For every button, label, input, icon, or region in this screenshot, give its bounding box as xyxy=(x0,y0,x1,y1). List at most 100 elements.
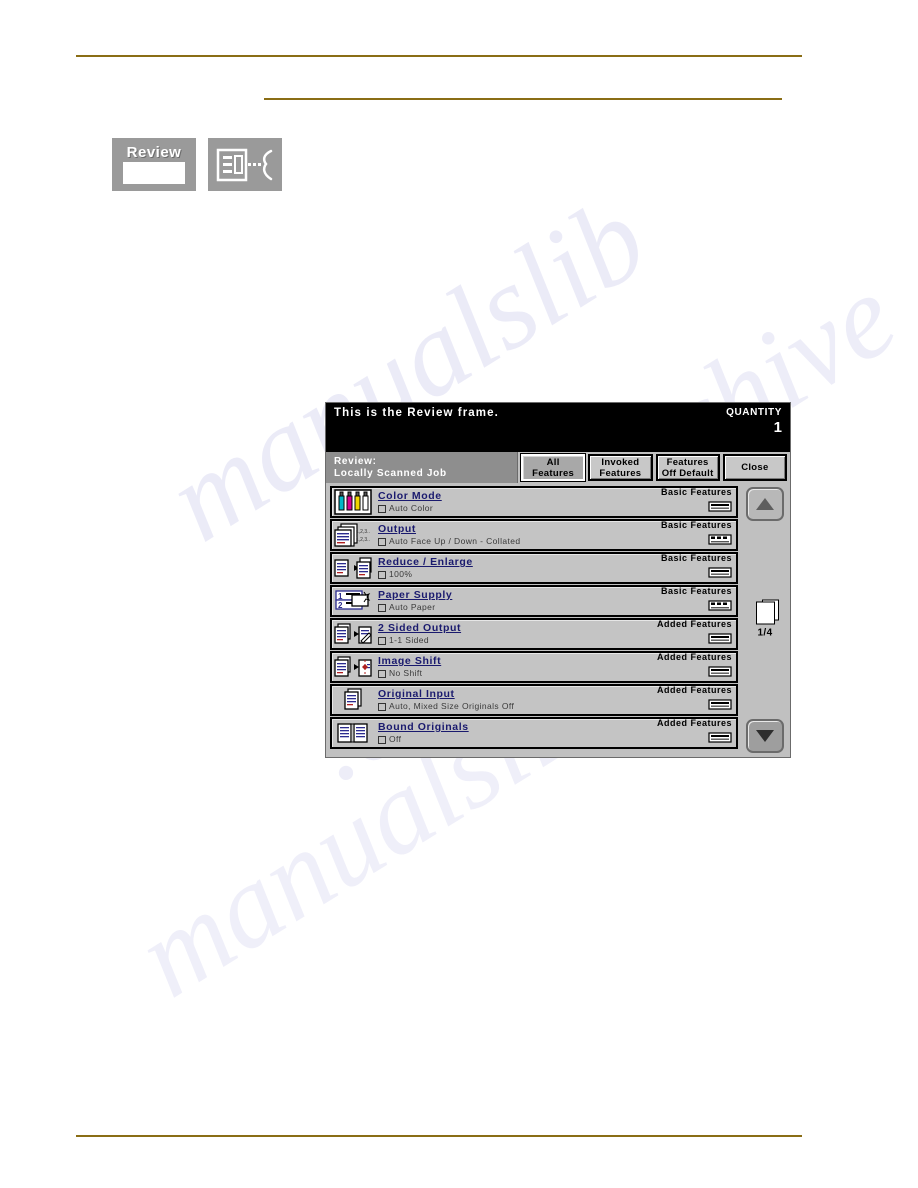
feature-category: Basic Features xyxy=(660,586,732,596)
ink-bottles-icon xyxy=(332,488,374,516)
original-input-icon xyxy=(332,686,374,714)
quantity-label: QUANTITY xyxy=(726,407,782,418)
screen-to-operator-icon xyxy=(208,138,282,191)
svg-text:1,2,3..: 1,2,3.. xyxy=(356,537,370,543)
review-title-panel: Review: Locally Scanned Job xyxy=(326,452,518,483)
feature-value: Auto Face Up / Down - Collated xyxy=(389,536,521,546)
checkbox-icon xyxy=(378,504,386,513)
svg-text:2: 2 xyxy=(338,601,343,610)
tab-all-features[interactable]: All Features xyxy=(519,453,587,482)
feature-value: No Shift xyxy=(389,668,423,678)
feature-title: Color Mode xyxy=(378,490,442,502)
checkbox-icon xyxy=(378,603,386,612)
feature-title: 2 Sided Output xyxy=(378,622,462,634)
tab-label-line2: Features xyxy=(599,467,642,479)
table-row[interactable]: Image Shift No Shift Added Features xyxy=(330,651,738,683)
tab-label-line2: Features xyxy=(532,467,575,479)
feature-title: Paper Supply xyxy=(378,589,453,601)
feature-value: 1-1 Sided xyxy=(389,635,429,645)
checkbox-icon xyxy=(378,570,386,579)
feature-title: Image Shift xyxy=(378,655,442,667)
feature-category: Added Features xyxy=(656,652,732,662)
review-tile-window xyxy=(123,162,185,184)
feature-value: 100% xyxy=(389,569,413,579)
feature-value-row: Auto Color xyxy=(378,503,646,514)
review-title-line2: Locally Scanned Job xyxy=(334,468,447,479)
review-button-icon: Review xyxy=(112,138,196,191)
feature-value-row: Auto Paper xyxy=(378,602,646,613)
checkbox-icon xyxy=(378,735,386,744)
triangle-down-icon xyxy=(756,730,774,742)
feature-title: Reduce / Enlarge xyxy=(378,556,473,568)
output-stack-icon: 1,2,3.. 1,2,3.. xyxy=(332,521,374,549)
feature-value-row: Auto Face Up / Down - Collated xyxy=(378,536,646,547)
table-row[interactable]: Reduce / Enlarge 100% Basic Features xyxy=(330,552,738,584)
feature-value-row: Off xyxy=(378,734,646,745)
feature-title: Bound Originals xyxy=(378,721,469,733)
tab-label-line1: Features xyxy=(666,456,709,468)
feature-category: Basic Features xyxy=(660,520,732,530)
feature-panel-icon[interactable] xyxy=(708,664,732,682)
feature-category: Added Features xyxy=(656,685,732,695)
feature-rows: Color Mode Auto Color Basic Features 1,2… xyxy=(326,483,740,757)
reduce-enlarge-icon xyxy=(332,554,374,582)
feature-panel-icon[interactable] xyxy=(708,631,732,649)
feature-list-area: Color Mode Auto Color Basic Features 1,2… xyxy=(326,483,790,757)
triangle-up-icon xyxy=(756,498,774,510)
feature-value: Off xyxy=(389,734,402,744)
feature-category: Added Features xyxy=(656,718,732,728)
two-sided-icon xyxy=(332,620,374,648)
table-row[interactable]: Original Input Auto, Mixed Size Original… xyxy=(330,684,738,716)
tab-bar: Review: Locally Scanned Job All Features… xyxy=(326,452,790,483)
feature-value-row: 100% xyxy=(378,569,646,580)
page-indicator-label: 1/4 xyxy=(757,627,773,639)
feature-panel-icon[interactable] xyxy=(708,499,732,517)
page-sheet-icon xyxy=(755,599,779,625)
feature-value-row: Auto, Mixed Size Originals Off xyxy=(378,701,646,712)
tab-invoked-features[interactable]: Invoked Features xyxy=(588,454,653,481)
paper-tray-icon: 1 2 xyxy=(332,587,374,615)
checkbox-icon xyxy=(378,537,386,546)
page-rule-bottom xyxy=(76,1135,802,1137)
table-row[interactable]: 1 2 Paper Supply Auto Paper Basic Featur… xyxy=(330,585,738,617)
table-row[interactable]: 1,2,3.. 1,2,3.. Output Auto Face Up / Do… xyxy=(330,519,738,551)
feature-panel-icon[interactable] xyxy=(708,565,732,583)
tab-label-line1: Close xyxy=(741,462,769,473)
review-tile-label: Review xyxy=(126,144,182,161)
page-rule-sub xyxy=(264,98,782,100)
feature-value-row: No Shift xyxy=(378,668,646,679)
quantity-value: 1 xyxy=(773,419,782,436)
feature-panel-icon[interactable] xyxy=(708,598,732,616)
feature-title: Original Input xyxy=(378,688,455,700)
tab-label-line1: All xyxy=(546,456,560,468)
feature-panel-icon[interactable] xyxy=(708,730,732,748)
tab-features-off-default[interactable]: Features Off Default xyxy=(655,454,720,481)
feature-value: Auto Color xyxy=(389,503,434,513)
image-shift-icon xyxy=(332,653,374,681)
feature-value: Auto, Mixed Size Originals Off xyxy=(389,701,515,711)
header-message: This is the Review frame. xyxy=(334,407,499,419)
checkbox-icon xyxy=(378,669,386,678)
feature-value: Auto Paper xyxy=(389,602,436,612)
table-row[interactable]: Color Mode Auto Color Basic Features xyxy=(330,486,738,518)
page-rule-top xyxy=(76,55,802,57)
feature-category: Basic Features xyxy=(660,553,732,563)
review-title-line1: Review: xyxy=(334,456,377,467)
checkbox-icon xyxy=(378,636,386,645)
feature-value-row: 1-1 Sided xyxy=(378,635,646,646)
feature-panel-icon[interactable] xyxy=(708,697,732,715)
table-row[interactable]: Bound Originals Off Added Features xyxy=(330,717,738,749)
svg-text:1,2,3..: 1,2,3.. xyxy=(356,529,370,535)
scroll-up-button[interactable] xyxy=(746,487,784,521)
feature-category: Added Features xyxy=(656,619,732,629)
tab-label-line2: Off Default xyxy=(661,467,714,479)
table-row[interactable]: 2 Sided Output 1-1 Sided Added Features xyxy=(330,618,738,650)
feature-category: Basic Features xyxy=(660,487,732,497)
feature-title: Output xyxy=(378,523,417,535)
close-button[interactable]: Close xyxy=(722,454,787,481)
copier-touchscreen: This is the Review frame. QUANTITY 1 Rev… xyxy=(325,402,791,758)
tab-label-line1: Invoked xyxy=(601,456,640,468)
scroll-down-button[interactable] xyxy=(746,719,784,753)
feature-panel-icon[interactable] xyxy=(708,532,732,550)
scroll-controls: 1/4 xyxy=(740,483,790,757)
